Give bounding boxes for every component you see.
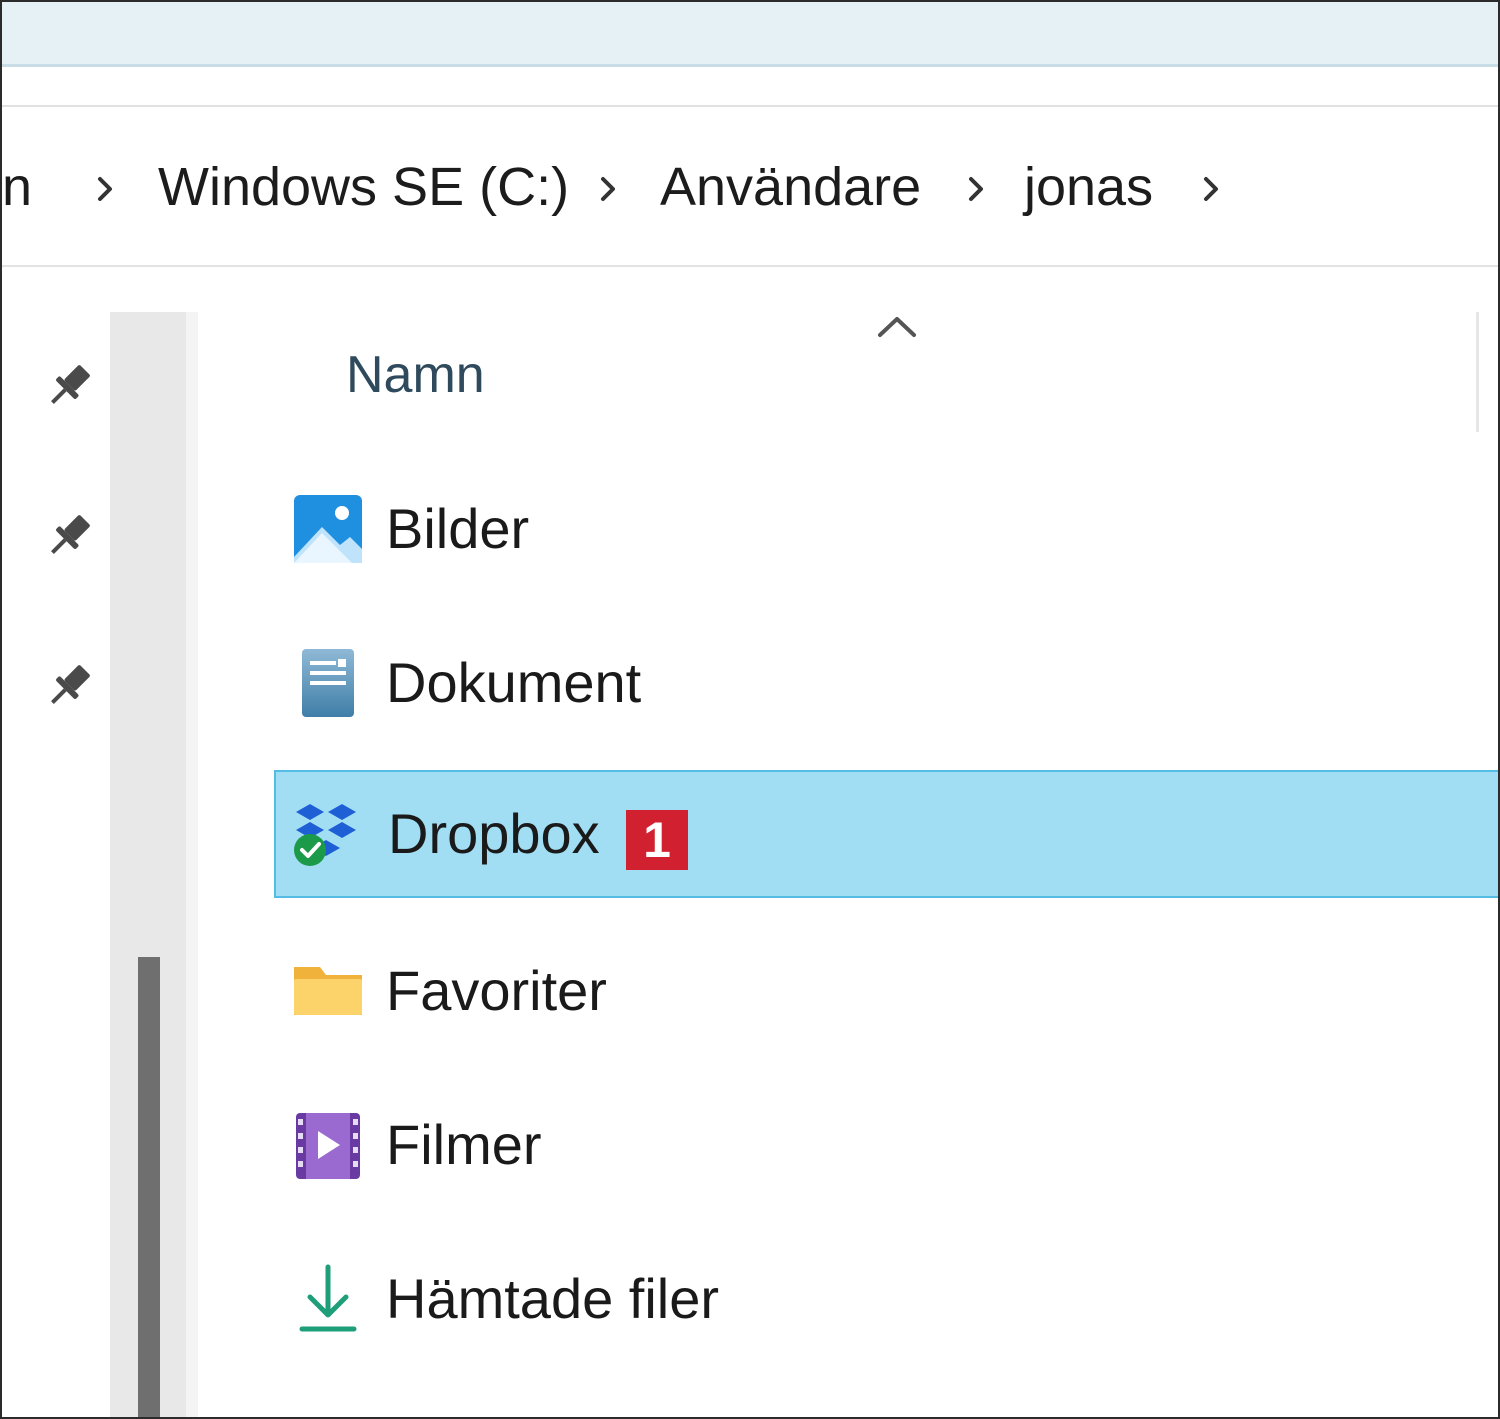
- list-item-label: Dropbox: [388, 802, 600, 865]
- chevron-right-icon[interactable]: [76, 159, 136, 219]
- videos-folder-icon: [292, 1109, 364, 1181]
- breadcrumb-item-users[interactable]: Användare: [660, 157, 921, 217]
- list-item-dokument[interactable]: Dokument: [274, 619, 1498, 747]
- list-item-hamtade-filer[interactable]: Hämtade filer: [274, 1235, 1498, 1363]
- column-header-name[interactable]: Namn: [346, 347, 485, 403]
- list-item-label: Favoriter: [386, 959, 607, 1022]
- list-item-label: Filmer: [386, 1113, 542, 1176]
- navigation-pane: [2, 312, 110, 1417]
- list-item-filmer[interactable]: Filmer: [274, 1081, 1498, 1209]
- chevron-right-icon[interactable]: [579, 159, 639, 219]
- chevron-right-icon[interactable]: [947, 159, 1007, 219]
- pin-icon[interactable]: [38, 357, 98, 417]
- sort-ascending-icon[interactable]: [874, 307, 920, 347]
- list-item-label: Hämtade filer: [386, 1267, 720, 1330]
- column-separator[interactable]: [1476, 312, 1479, 432]
- command-bar: [2, 67, 1498, 107]
- pin-icon[interactable]: [38, 507, 98, 567]
- dropbox-icon: [292, 800, 364, 872]
- documents-folder-icon: [292, 647, 364, 719]
- pane-divider[interactable]: [186, 312, 198, 1417]
- folder-icon: [292, 955, 364, 1027]
- downloads-icon: [292, 1263, 364, 1335]
- number-badge: 1: [626, 810, 688, 870]
- list-item-bilder[interactable]: Bilder: [274, 465, 1498, 593]
- title-bar: [2, 2, 1498, 67]
- navigation-scrollbar-thumb[interactable]: [138, 957, 160, 1417]
- list-item-label: Bilder: [386, 497, 530, 560]
- pin-icon[interactable]: [38, 657, 98, 717]
- pictures-folder-icon: [292, 493, 364, 565]
- chevron-right-icon[interactable]: [1182, 159, 1242, 219]
- breadcrumb[interactable]: rn Windows SE (C:) Användare jonas: [2, 107, 1498, 267]
- file-list: Namn Bilder Dokument Dropbox 1 Favoriter…: [198, 267, 1498, 1417]
- list-item-favoriter[interactable]: Favoriter: [274, 927, 1498, 1055]
- file-explorer-window: rn Windows SE (C:) Användare jonas: [0, 0, 1500, 1419]
- breadcrumb-item-drive[interactable]: Windows SE (C:): [158, 157, 569, 217]
- breadcrumb-item-user[interactable]: jonas: [1024, 157, 1153, 217]
- list-item-label: Dokument: [386, 651, 642, 714]
- list-item-dropbox[interactable]: Dropbox 1: [274, 770, 1498, 898]
- breadcrumb-item-truncated[interactable]: rn: [2, 157, 32, 217]
